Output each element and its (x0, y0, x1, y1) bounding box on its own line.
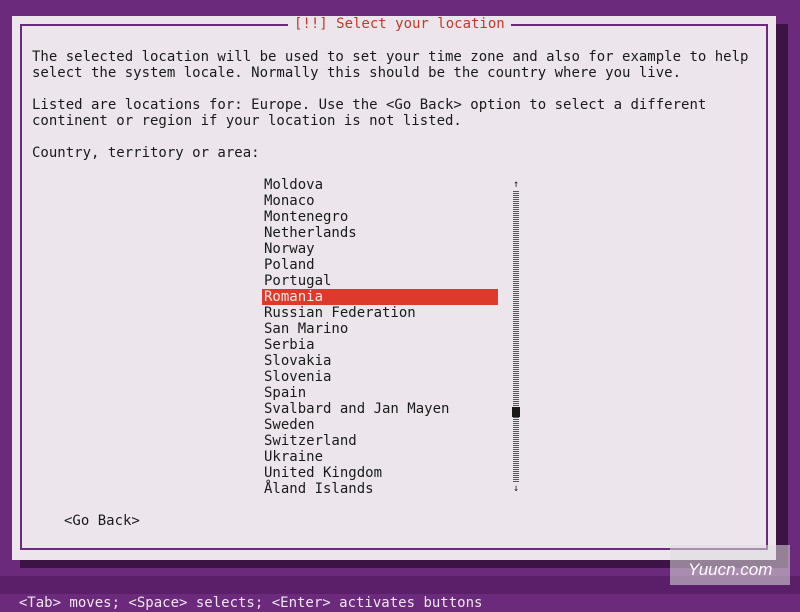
country-item[interactable]: Sweden (262, 417, 498, 433)
dialog-shadow-right (776, 24, 788, 568)
dialog-border-top-right (510, 24, 768, 26)
country-item[interactable]: Montenegro (262, 209, 498, 225)
country-item[interactable]: Slovenia (262, 369, 498, 385)
country-item[interactable]: Romania (262, 289, 498, 305)
country-item[interactable]: Ukraine (262, 449, 498, 465)
country-item[interactable]: Norway (262, 241, 498, 257)
scroll-down-arrow-icon[interactable]: ↓ (510, 481, 522, 497)
country-list: Moldova Monaco Montenegro Netherlands Norway… (262, 177, 498, 497)
description-timezone: The selected location will be used to se… (32, 49, 749, 81)
country-item[interactable]: Moldova (262, 177, 498, 193)
country-item[interactable]: Russian Federation (262, 305, 498, 321)
country-item[interactable]: Netherlands (262, 225, 498, 241)
country-item[interactable]: Monaco (262, 193, 498, 209)
dialog-border-left (20, 24, 22, 550)
country-item[interactable]: Portugal (262, 273, 498, 289)
watermark-text: Yuucn.com (688, 560, 773, 579)
country-item[interactable]: Spain (262, 385, 498, 401)
go-back-button[interactable]: <Go Back> (64, 513, 140, 529)
scroll-track[interactable] (513, 191, 519, 483)
country-item[interactable]: Poland (262, 257, 498, 273)
country-prompt: Country, territory or area: (32, 145, 260, 161)
dialog-border-right (766, 24, 768, 550)
country-item[interactable]: Switzerland (262, 433, 498, 449)
dialog-border-top-left (20, 24, 294, 26)
scroll-thumb[interactable] (512, 407, 520, 417)
description-region: Listed are locations for: Europe. Use th… (32, 97, 707, 129)
dialog-border-bottom (20, 548, 768, 550)
country-item[interactable]: Slovakia (262, 353, 498, 369)
country-item[interactable]: Serbia (262, 337, 498, 353)
country-item[interactable]: Åland Islands (262, 481, 498, 497)
location-dialog: [!!] Select your location The selected l… (12, 16, 776, 560)
country-list-scrollbar[interactable]: ↑ ↓ (510, 177, 522, 497)
dialog-title: [!!] Select your location (288, 16, 511, 32)
country-item[interactable]: San Marino (262, 321, 498, 337)
status-bar-text: <Tab> moves; <Space> selects; <Enter> ac… (18, 595, 483, 611)
country-item[interactable]: United Kingdom (262, 465, 498, 481)
country-item[interactable]: Svalbard and Jan Mayen (262, 401, 498, 417)
